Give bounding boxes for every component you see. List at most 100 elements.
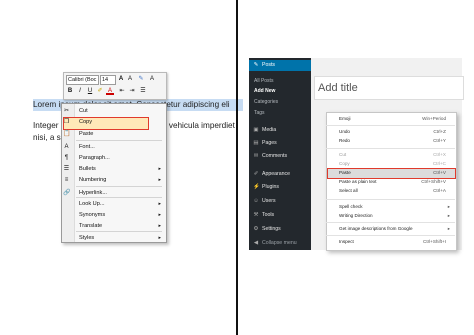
shortcut-label: Ctrl+A xyxy=(433,188,446,193)
context-item-paste[interactable]: Paste Ctrl+V xyxy=(326,169,455,177)
word-menu-items: ✂ Cut ❐ Copy 📋 Paste A Font... ¶ Paragraph... ☰ Bul… xyxy=(61,103,165,241)
menu-separator xyxy=(326,222,455,223)
context-item-spell-check[interactable]: Spell check ▸ xyxy=(326,203,455,211)
menu-separator xyxy=(76,140,162,141)
pin-icon: ✎ xyxy=(253,62,259,68)
text-fragment-end: vehicula imperdiet xyxy=(168,121,235,130)
plugins-icon: ⚡ xyxy=(253,184,260,190)
sidebar-item-label: Media xyxy=(262,127,277,133)
decrease-indent-icon[interactable]: ⇤ xyxy=(118,87,126,95)
styles-icon xyxy=(63,235,70,242)
context-item-writing-direction[interactable]: Writing Direction ▸ xyxy=(326,212,455,220)
shortcut-label: Ctrl+Z xyxy=(433,129,446,134)
menu-item-font[interactable]: A Font... xyxy=(61,143,165,152)
menu-item-label: Cut xyxy=(79,108,88,114)
hyperlink-icon: 🔗 xyxy=(63,190,71,196)
sidebar-sub-add-new[interactable]: Add New xyxy=(254,88,275,94)
shortcut-label: Ctrl+C xyxy=(432,161,446,166)
sidebar-sub-all-posts[interactable]: All Posts xyxy=(254,78,273,84)
shrink-font-icon[interactable]: A xyxy=(126,75,134,83)
context-item-redo[interactable]: Redo Ctrl+Y xyxy=(326,137,455,145)
settings-icon: ⚙ xyxy=(253,226,259,232)
shortcut-label: Ctrl+Y xyxy=(433,138,446,143)
submenu-arrow-icon: ▸ xyxy=(158,201,161,207)
menu-item-label: Translate xyxy=(79,223,103,229)
context-item-paste-as-plain-text[interactable]: Paste as plain text Ctrl+Shift+V xyxy=(326,178,455,186)
context-item-label: Get image descriptions from Google xyxy=(339,226,413,231)
menu-item-label: Hyperlink... xyxy=(79,190,107,196)
menu-item-label: Paragraph... xyxy=(79,155,110,161)
styles-icon[interactable]: A xyxy=(148,75,156,83)
copy-icon: ❐ xyxy=(63,119,70,125)
submenu-arrow-icon: ▸ xyxy=(158,235,161,241)
menu-separator xyxy=(76,186,162,187)
bullets-icon[interactable]: ☰ xyxy=(139,87,147,95)
underline-button[interactable]: U xyxy=(86,87,94,95)
sidebar-item-label: Posts xyxy=(262,62,275,68)
shortcut-label: Win+Period xyxy=(422,116,446,121)
submenu-arrow-icon: ▸ xyxy=(158,166,161,172)
context-item-emoji[interactable]: Emoji Win+Period xyxy=(326,115,455,123)
bold-button[interactable]: B xyxy=(66,87,74,95)
sidebar-sub-categories[interactable]: Categories xyxy=(254,99,278,105)
menu-item-cut[interactable]: ✂ Cut xyxy=(61,107,165,116)
title-placeholder[interactable]: Add title xyxy=(318,82,358,94)
menu-item-translate[interactable]: Translate ▸ xyxy=(61,222,165,231)
menu-item-paste[interactable]: 📋 Paste xyxy=(61,130,165,139)
synonyms-icon xyxy=(63,212,70,219)
sidebar-item-label: Pages xyxy=(262,140,277,146)
context-item-select-all[interactable]: Select all Ctrl+A xyxy=(326,187,455,195)
context-item-label: Inspect xyxy=(339,239,354,244)
context-item-inspect[interactable]: Inspect Ctrl+Shift+I xyxy=(326,238,455,246)
menu-separator xyxy=(326,148,455,149)
wp-sidebar-items: ✎ Posts All Posts Add New Categories Tag… xyxy=(249,58,311,250)
format-painter-icon[interactable]: ✎ xyxy=(137,75,145,83)
grow-font-icon[interactable]: A xyxy=(117,75,125,83)
context-item-label: Cut xyxy=(339,152,347,157)
media-icon: ▣ xyxy=(253,127,259,133)
menu-item-copy[interactable]: ❐ Copy xyxy=(61,118,165,127)
menu-item-label: Paste xyxy=(79,131,94,137)
font-color-button[interactable]: A xyxy=(106,87,114,95)
sidebar-item-label: Collapse menu xyxy=(262,240,297,246)
menu-item-styles[interactable]: Styles ▸ xyxy=(61,234,165,243)
menu-item-paragraph[interactable]: ¶ Paragraph... xyxy=(61,154,165,163)
menu-separator xyxy=(326,199,455,200)
menu-item-label: Copy xyxy=(79,119,93,125)
menu-separator xyxy=(326,235,455,236)
bullets-icon: ☰ xyxy=(63,166,70,172)
font-size-box[interactable]: 14 xyxy=(100,75,116,85)
sidebar-sub-tags[interactable]: Tags xyxy=(254,110,265,116)
menu-item-label: Look Up... xyxy=(79,201,105,207)
context-item-label: Undo xyxy=(339,129,350,134)
context-item-label: Copy xyxy=(339,161,350,166)
menu-item-numbering[interactable]: ≡ Numbering ▸ xyxy=(61,176,165,185)
paste-icon: 📋 xyxy=(63,131,71,137)
menu-item-hyperlink[interactable]: 🔗 Hyperlink... xyxy=(61,189,165,198)
users-icon: ☺ xyxy=(253,198,259,204)
tools-icon: ⚒ xyxy=(253,212,259,218)
comments-icon: ✉ xyxy=(253,153,259,159)
highlight-icon[interactable]: ✐ xyxy=(96,87,104,95)
context-item-undo[interactable]: Undo Ctrl+Z xyxy=(326,128,455,136)
font-icon: A xyxy=(64,144,69,150)
font-name-box[interactable]: Calibri (Boc xyxy=(66,75,99,85)
shortcut-label: Ctrl+V xyxy=(433,170,446,175)
menu-item-look-up[interactable]: Look Up... ▸ xyxy=(61,200,165,209)
increase-indent-icon[interactable]: ⇥ xyxy=(128,87,136,95)
browser-menu-items: Emoji Win+Period Undo Ctrl+Z Redo Ctrl+Y Cut Ct… xyxy=(326,112,455,249)
context-item-get-image-descriptions-from-google[interactable]: Get image descriptions from Google ▸ xyxy=(326,225,455,233)
menu-separator xyxy=(76,231,162,232)
sidebar-item-label: Plugins xyxy=(262,184,280,190)
menu-item-label: Bullets xyxy=(79,166,96,172)
menu-separator xyxy=(326,125,455,126)
menu-item-label: Font... xyxy=(79,144,95,150)
italic-button[interactable]: I xyxy=(76,87,84,95)
menu-item-label: Styles xyxy=(79,235,95,241)
menu-item-synonyms[interactable]: Synonyms ▸ xyxy=(61,211,165,220)
lookup-icon xyxy=(63,201,70,208)
context-item-label: Writing Direction xyxy=(339,213,373,218)
shortcut-label: Ctrl+Shift+V xyxy=(421,179,446,184)
menu-item-bullets[interactable]: ☰ Bullets ▸ xyxy=(61,165,165,174)
submenu-arrow-icon: ▸ xyxy=(447,204,450,209)
